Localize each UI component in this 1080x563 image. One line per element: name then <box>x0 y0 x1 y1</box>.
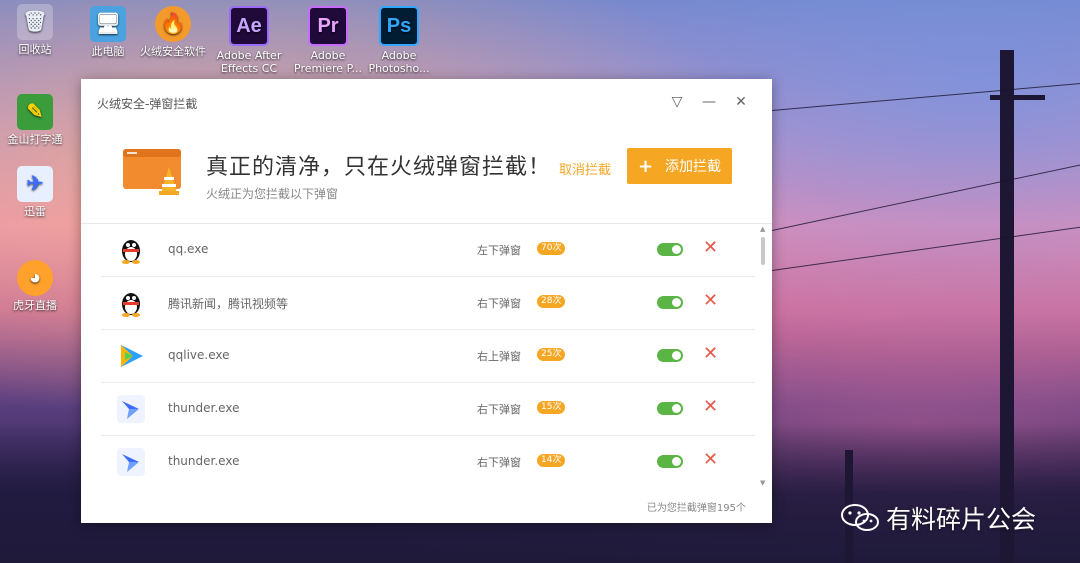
delete-icon[interactable]: ✕ <box>703 290 718 311</box>
list-item: qqlive.exe 右上弹窗 25次 ✕ <box>101 330 755 383</box>
list-item: thunder.exe 右下弹窗 14次 ✕ <box>101 436 755 487</box>
desktop-icon-label: 迅雷 <box>24 205 46 218</box>
scroll-up-arrow-icon[interactable]: ▲ <box>760 225 765 233</box>
block-count-badge: 70次 <box>537 242 566 255</box>
plus-icon: + <box>637 155 654 177</box>
list-scrollbar[interactable]: ▲ ▼ <box>760 225 766 487</box>
block-toggle[interactable] <box>657 455 683 468</box>
app-name: 腾讯新闻，腾讯视频等 <box>168 297 289 311</box>
menu-dropdown-icon[interactable]: ▽ <box>667 92 687 112</box>
delete-icon[interactable]: ✕ <box>703 449 718 470</box>
wallpaper-pole-bar <box>990 95 1045 100</box>
recycle-bin-icon: 🗑 <box>17 4 53 40</box>
block-toggle[interactable] <box>657 349 683 362</box>
desktop-icon-label: 金山打字通 <box>7 133 63 146</box>
desktop-icon-label: 火绒安全软件 <box>140 45 206 58</box>
popup-blocker-window: 火绒安全-弹窗拦截 ▽ — ✕ 真正的清净，只在火绒弹窗拦截！ 火绒正为您拦截以… <box>81 79 772 523</box>
blocked-popup-list: qq.exe 左下弹窗 70次 ✕ 腾讯新闻，腾讯视频等 右下弹窗 28次 ✕ <box>81 224 772 487</box>
popup-position: 左下弹窗 <box>477 244 521 257</box>
popup-position: 右下弹窗 <box>477 297 521 310</box>
scrollbar-thumb[interactable] <box>761 237 765 265</box>
premiere-icon: Pr <box>308 6 348 46</box>
desktop-icon-xunlei[interactable]: ✈ 迅雷 <box>0 166 70 218</box>
typing-icon: ✎ <box>17 94 53 130</box>
thunder-bird-icon <box>117 395 145 423</box>
block-toggle[interactable] <box>657 243 683 256</box>
wallpaper-pole <box>1000 50 1014 563</box>
block-count-badge: 15次 <box>537 401 566 414</box>
qq-penguin-icon <box>122 293 140 317</box>
desktop-icon-huorong[interactable]: 🔥 火绒安全软件 <box>138 6 208 58</box>
popup-block-illustration-icon <box>123 149 181 195</box>
blocked-total-text: 已为您拦截弹窗195个 <box>646 503 746 514</box>
app-name: thunder.exe <box>168 454 240 468</box>
app-name: qqlive.exe <box>168 348 230 362</box>
desktop-icon-this-pc[interactable]: 🖥 此电脑 <box>73 6 143 58</box>
watermark: 有料碎片公会 <box>840 500 1036 536</box>
desktop-icon-recycle-bin[interactable]: 🗑 回收站 <box>0 4 70 56</box>
desktop-icon-label: 回收站 <box>18 43 52 56</box>
block-count-badge: 25次 <box>537 348 566 361</box>
desktop-icon-photoshop[interactable]: Ps Adobe Photosho... <box>364 6 434 75</box>
list-item: thunder.exe 右下弹窗 15次 ✕ <box>101 383 755 436</box>
list-item: 腾讯新闻，腾讯视频等 右下弹窗 28次 ✕ <box>101 277 755 330</box>
desktop-icon-premiere[interactable]: Pr Adobe Premiere P... <box>293 6 363 75</box>
computer-icon: 🖥 <box>90 6 126 42</box>
header-subtitle: 火绒正为您拦截以下弹窗 <box>206 187 339 201</box>
huorong-icon: 🔥 <box>155 6 191 42</box>
add-block-label: 添加拦截 <box>665 159 722 175</box>
huya-icon: ◕ <box>17 260 53 296</box>
header-panel: 真正的清净，只在火绒弹窗拦截！ 火绒正为您拦截以下弹窗 取消拦截 + 添加拦截 <box>81 125 772 224</box>
block-toggle[interactable] <box>657 402 683 415</box>
desktop-icon-label: Adobe Photosho... <box>368 49 430 75</box>
block-toggle[interactable] <box>657 296 683 309</box>
qq-penguin-icon <box>122 240 140 264</box>
list-item: qq.exe 左下弹窗 70次 ✕ <box>101 224 755 277</box>
window-title: 火绒安全-弹窗拦截 <box>97 97 198 111</box>
desktop-icon-label: 虎牙直播 <box>13 299 57 312</box>
photoshop-icon: Ps <box>379 6 419 46</box>
close-button[interactable]: ✕ <box>731 92 751 112</box>
add-block-button[interactable]: + 添加拦截 <box>627 148 732 184</box>
titlebar: 火绒安全-弹窗拦截 ▽ — ✕ <box>81 79 772 125</box>
desktop-icon-huya[interactable]: ◕ 虎牙直播 <box>0 260 70 312</box>
wechat-icon <box>841 504 879 531</box>
popup-position: 右上弹窗 <box>477 350 521 363</box>
delete-icon[interactable]: ✕ <box>703 343 718 364</box>
desktop-icon-typing[interactable]: ✎ 金山打字通 <box>0 94 70 146</box>
scroll-down-arrow-icon[interactable]: ▼ <box>760 479 765 487</box>
cancel-block-link[interactable]: 取消拦截 <box>559 159 611 178</box>
header-title: 真正的清净，只在火绒弹窗拦截！ <box>206 155 552 180</box>
minimize-button[interactable]: — <box>699 92 719 112</box>
app-name: qq.exe <box>168 242 209 256</box>
block-count-badge: 28次 <box>537 295 566 308</box>
desktop-icon-label: Adobe Premiere P... <box>294 49 362 75</box>
popup-position: 右下弹窗 <box>477 456 521 469</box>
watermark-text: 有料碎片公会 <box>886 505 1037 534</box>
after-effects-icon: Ae <box>229 6 269 46</box>
desktop-icon-label: 此电脑 <box>91 45 125 58</box>
delete-icon[interactable]: ✕ <box>703 237 718 258</box>
xunlei-icon: ✈ <box>17 166 53 202</box>
block-count-badge: 14次 <box>537 454 566 467</box>
desktop-icon-after-effects[interactable]: Ae Adobe After Effects CC ... <box>214 6 284 88</box>
app-name: thunder.exe <box>168 401 240 415</box>
thunder-bird-icon <box>117 448 145 476</box>
delete-icon[interactable]: ✕ <box>703 396 718 417</box>
popup-position: 右下弹窗 <box>477 403 521 416</box>
tencent-video-icon <box>121 345 143 367</box>
